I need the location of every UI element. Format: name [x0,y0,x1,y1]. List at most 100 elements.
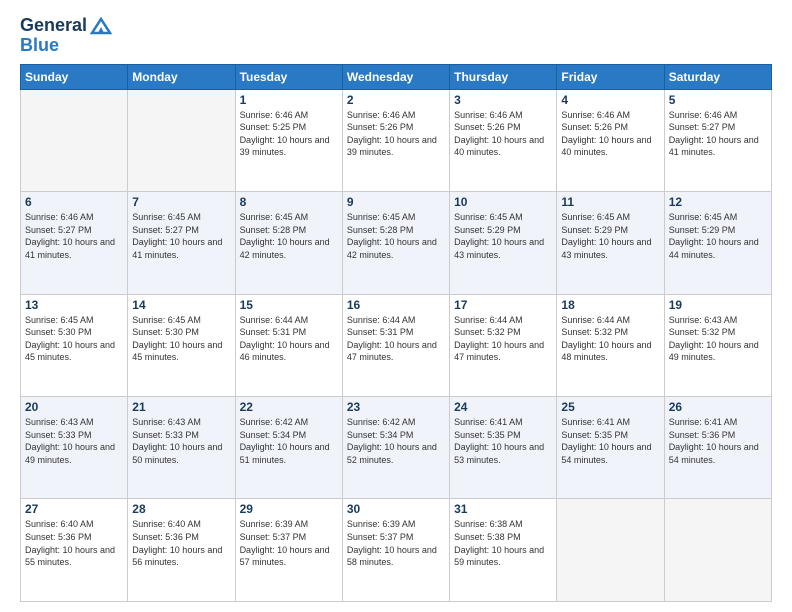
calendar-cell: 20Sunrise: 6:43 AMSunset: 5:33 PMDayligh… [21,397,128,499]
weekday-header-thursday: Thursday [450,64,557,89]
calendar-cell: 29 Sunrise: 6:39 AMSunset: 5:37 PMDayligh… [235,499,342,602]
day-number: 8 [240,195,338,209]
day-info: Sunrise: 6:42 AMSunset: 5:34 PMDaylight:… [240,416,338,466]
weekday-header-monday: Monday [128,64,235,89]
calendar-cell: 14 Sunrise: 6:45 AMSunset: 5:30 PMDayligh… [128,294,235,396]
day-info: Sunrise: 6:41 AMSunset: 5:35 PMDaylight:… [454,416,552,466]
weekday-header-saturday: Saturday [664,64,771,89]
day-info: Sunrise: 6:39 AMSunset: 5:37 PMDaylight:… [347,518,445,568]
weekday-header-wednesday: Wednesday [342,64,449,89]
calendar-week-row: 1 Sunrise: 6:46 AMSunset: 5:25 PMDaylight… [21,89,772,191]
calendar-cell: 4 Sunrise: 6:46 AMSunset: 5:26 PMDaylight… [557,89,664,191]
day-number: 11 [561,195,659,209]
day-number: 4 [561,93,659,107]
calendar-cell: 3 Sunrise: 6:46 AMSunset: 5:26 PMDaylight… [450,89,557,191]
day-number: 16 [347,298,445,312]
weekday-header-tuesday: Tuesday [235,64,342,89]
calendar-cell: 27 Sunrise: 6:40 AMSunset: 5:36 PMDayligh… [21,499,128,602]
day-info: Sunrise: 6:43 AMSunset: 5:33 PMDaylight:… [132,416,230,466]
logo: General Blue [20,16,112,56]
calendar-cell: 7 Sunrise: 6:45 AMSunset: 5:27 PMDaylight… [128,192,235,294]
day-number: 22 [240,400,338,414]
calendar-cell: 25Sunrise: 6:41 AMSunset: 5:35 PMDayligh… [557,397,664,499]
calendar-cell: 19 Sunrise: 6:43 AMSunset: 5:32 PMDayligh… [664,294,771,396]
day-info: Sunrise: 6:44 AMSunset: 5:32 PMDaylight:… [561,314,659,364]
calendar-cell: 12 Sunrise: 6:45 AMSunset: 5:29 PMDayligh… [664,192,771,294]
day-info: Sunrise: 6:46 AMSunset: 5:25 PMDaylight:… [240,109,338,159]
page: General Blue SundayMondayTuesdayWednesda… [0,0,792,612]
day-number: 6 [25,195,123,209]
day-number: 24 [454,400,552,414]
calendar-cell: 2Sunrise: 6:46 AMSunset: 5:26 PMDaylight… [342,89,449,191]
day-number: 29 [240,502,338,516]
day-info: Sunrise: 6:45 AMSunset: 5:28 PMDaylight:… [240,211,338,261]
day-number: 21 [132,400,230,414]
calendar-cell: 10 Sunrise: 6:45 AMSunset: 5:29 PMDayligh… [450,192,557,294]
calendar-table: SundayMondayTuesdayWednesdayThursdayFrid… [20,64,772,602]
day-info: Sunrise: 6:44 AMSunset: 5:31 PMDaylight:… [347,314,445,364]
calendar-cell: 16 Sunrise: 6:44 AMSunset: 5:31 PMDayligh… [342,294,449,396]
day-info: Sunrise: 6:46 AMSunset: 5:26 PMDaylight:… [347,109,445,159]
calendar-cell: 1 Sunrise: 6:46 AMSunset: 5:25 PMDaylight… [235,89,342,191]
weekday-header-sunday: Sunday [21,64,128,89]
calendar-cell: 24 Sunrise: 6:41 AMSunset: 5:35 PMDayligh… [450,397,557,499]
calendar-week-row: 13Sunrise: 6:45 AMSunset: 5:30 PMDayligh… [21,294,772,396]
calendar-cell: 23 Sunrise: 6:42 AMSunset: 5:34 PMDayligh… [342,397,449,499]
calendar-cell: 9 Sunrise: 6:45 AMSunset: 5:28 PMDaylight… [342,192,449,294]
day-number: 31 [454,502,552,516]
day-info: Sunrise: 6:45 AMSunset: 5:30 PMDaylight:… [132,314,230,364]
day-info: Sunrise: 6:44 AMSunset: 5:32 PMDaylight:… [454,314,552,364]
logo-blue: Blue [20,36,59,56]
day-number: 14 [132,298,230,312]
day-number: 17 [454,298,552,312]
calendar-cell [664,499,771,602]
calendar-cell: 8 Sunrise: 6:45 AMSunset: 5:28 PMDaylight… [235,192,342,294]
day-info: Sunrise: 6:41 AMSunset: 5:35 PMDaylight:… [561,416,659,466]
calendar-cell: 22 Sunrise: 6:42 AMSunset: 5:34 PMDayligh… [235,397,342,499]
weekday-header-row: SundayMondayTuesdayWednesdayThursdayFrid… [21,64,772,89]
day-info: Sunrise: 6:40 AMSunset: 5:36 PMDaylight:… [25,518,123,568]
day-info: Sunrise: 6:46 AMSunset: 5:27 PMDaylight:… [669,109,767,159]
day-number: 10 [454,195,552,209]
day-info: Sunrise: 6:41 AMSunset: 5:36 PMDaylight:… [669,416,767,466]
day-number: 18 [561,298,659,312]
day-number: 26 [669,400,767,414]
weekday-header-friday: Friday [557,64,664,89]
day-number: 7 [132,195,230,209]
day-info: Sunrise: 6:45 AMSunset: 5:30 PMDaylight:… [25,314,123,364]
day-info: Sunrise: 6:46 AMSunset: 5:26 PMDaylight:… [561,109,659,159]
day-info: Sunrise: 6:40 AMSunset: 5:36 PMDaylight:… [132,518,230,568]
calendar-cell: 15 Sunrise: 6:44 AMSunset: 5:31 PMDayligh… [235,294,342,396]
header: General Blue [20,16,772,56]
day-number: 12 [669,195,767,209]
calendar-cell: 30Sunrise: 6:39 AMSunset: 5:37 PMDayligh… [342,499,449,602]
logo-general: General [20,16,87,36]
logo-icon [90,17,112,35]
calendar-cell: 28Sunrise: 6:40 AMSunset: 5:36 PMDayligh… [128,499,235,602]
day-number: 3 [454,93,552,107]
day-info: Sunrise: 6:38 AMSunset: 5:38 PMDaylight:… [454,518,552,568]
day-info: Sunrise: 6:42 AMSunset: 5:34 PMDaylight:… [347,416,445,466]
calendar-week-row: 6 Sunrise: 6:46 AMSunset: 5:27 PMDaylight… [21,192,772,294]
day-number: 15 [240,298,338,312]
day-number: 5 [669,93,767,107]
day-info: Sunrise: 6:39 AMSunset: 5:37 PMDaylight:… [240,518,338,568]
day-info: Sunrise: 6:46 AMSunset: 5:26 PMDaylight:… [454,109,552,159]
day-info: Sunrise: 6:45 AMSunset: 5:28 PMDaylight:… [347,211,445,261]
day-info: Sunrise: 6:46 AMSunset: 5:27 PMDaylight:… [25,211,123,261]
day-info: Sunrise: 6:45 AMSunset: 5:27 PMDaylight:… [132,211,230,261]
day-number: 23 [347,400,445,414]
calendar-cell: 5 Sunrise: 6:46 AMSunset: 5:27 PMDaylight… [664,89,771,191]
day-number: 27 [25,502,123,516]
calendar-cell [128,89,235,191]
day-info: Sunrise: 6:44 AMSunset: 5:31 PMDaylight:… [240,314,338,364]
day-info: Sunrise: 6:45 AMSunset: 5:29 PMDaylight:… [561,211,659,261]
calendar-cell: 6 Sunrise: 6:46 AMSunset: 5:27 PMDaylight… [21,192,128,294]
day-info: Sunrise: 6:45 AMSunset: 5:29 PMDaylight:… [454,211,552,261]
day-info: Sunrise: 6:45 AMSunset: 5:29 PMDaylight:… [669,211,767,261]
day-number: 9 [347,195,445,209]
day-number: 19 [669,298,767,312]
day-info: Sunrise: 6:43 AMSunset: 5:32 PMDaylight:… [669,314,767,364]
day-number: 1 [240,93,338,107]
calendar-cell: 21 Sunrise: 6:43 AMSunset: 5:33 PMDayligh… [128,397,235,499]
